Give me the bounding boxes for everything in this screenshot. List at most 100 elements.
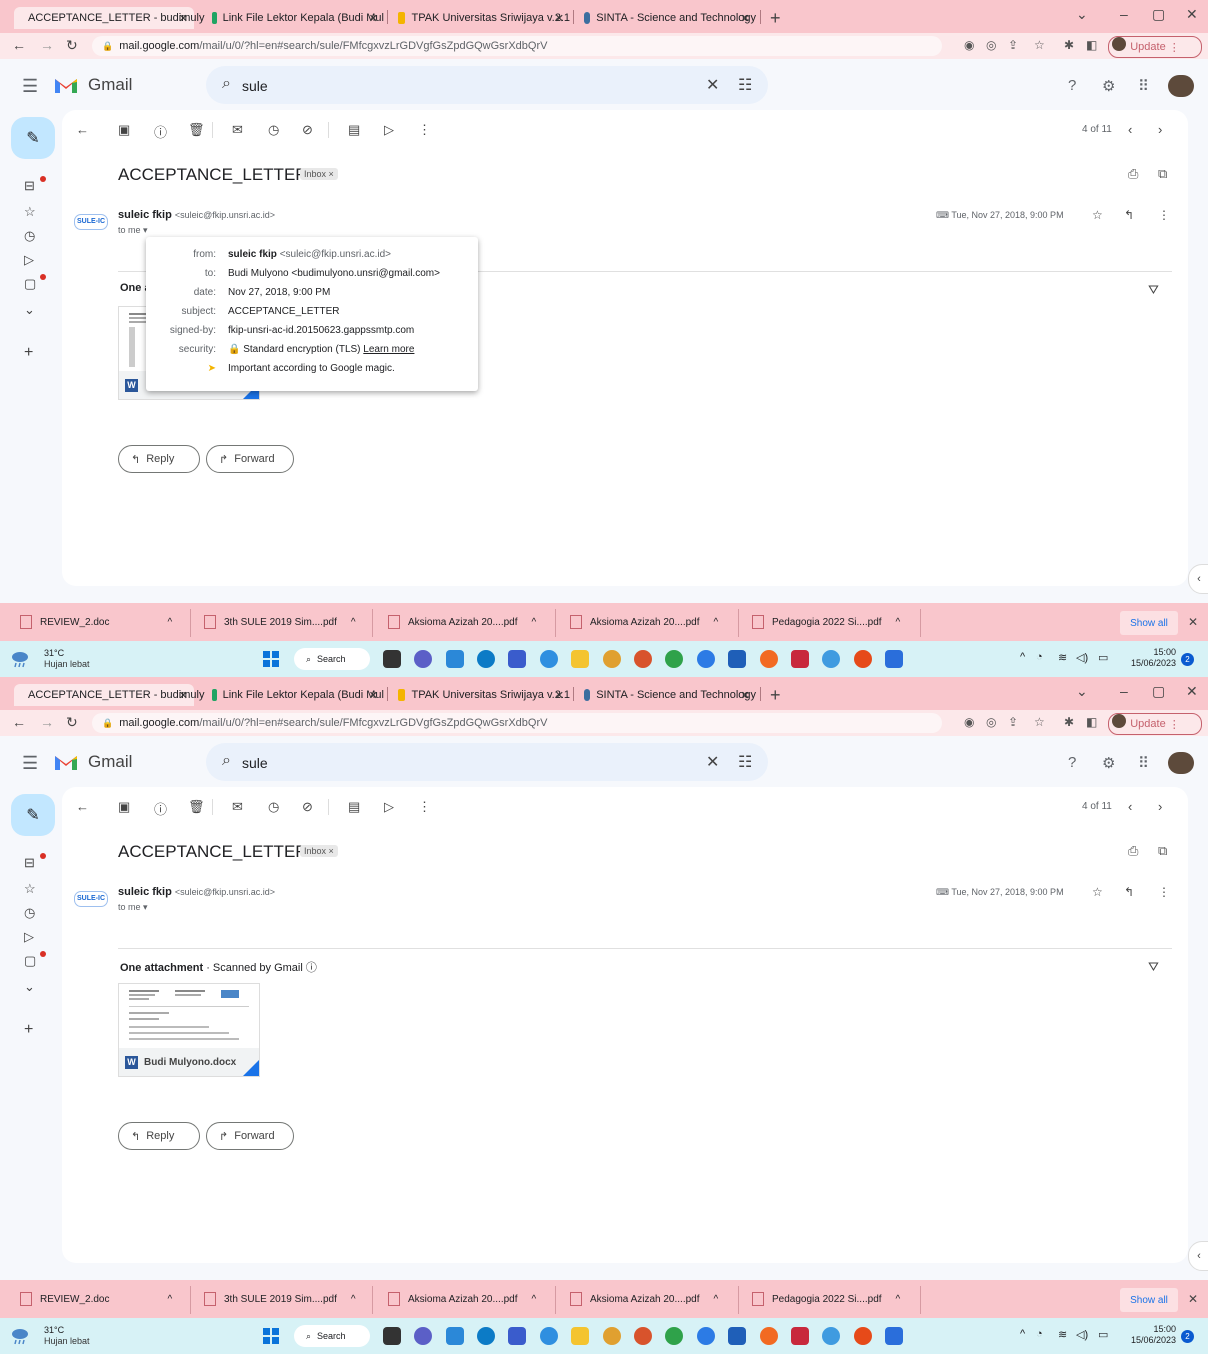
mark-unread-icon[interactable]: ✉ (232, 799, 243, 815)
main-menu-icon[interactable]: ☰ (22, 76, 38, 97)
search-input[interactable]: sule (242, 78, 268, 94)
download-item[interactable]: Pedagogia 2022 Si....pdf ^ (752, 1292, 900, 1306)
apps-grid-icon[interactable]: ⠿ (1138, 77, 1149, 95)
help-icon[interactable]: ? (1068, 77, 1076, 94)
open-new-window-icon[interactable]: ⧉ (1158, 843, 1167, 859)
starred-icon[interactable]: ☆ (24, 881, 36, 897)
firefox-icon[interactable] (760, 650, 778, 668)
battery-icon[interactable]: ▭ (1098, 1328, 1108, 1341)
show-all-button[interactable]: Show all (1120, 1288, 1178, 1312)
close-tab-icon[interactable]: ✕ (369, 689, 378, 702)
lens-icon[interactable]: ◎ (986, 715, 996, 729)
tray-chevron-icon[interactable]: ^ (1020, 1328, 1025, 1340)
close-tab-icon[interactable]: ✕ (179, 689, 188, 702)
teams-icon[interactable] (414, 1327, 432, 1345)
teams-icon[interactable] (414, 650, 432, 668)
archive-icon[interactable]: ▣ (118, 799, 130, 815)
battery-icon[interactable]: ▭ (1098, 651, 1108, 664)
download-item[interactable]: REVIEW_2.doc ^ (20, 615, 172, 629)
download-item[interactable]: REVIEW_2.doc ^ (20, 1292, 172, 1306)
omnibox[interactable]: 🔒 mail.google.com/mail/u/0/?hl=en#search… (92, 36, 942, 56)
files-icon[interactable] (446, 650, 464, 668)
file-explorer-icon[interactable] (571, 1327, 589, 1345)
snooze-icon[interactable]: ◷ (268, 799, 279, 815)
older-chevron-icon[interactable]: › (1158, 799, 1162, 814)
chevron-up-icon[interactable]: ^ (351, 617, 356, 628)
restore-button[interactable]: ▢ (1152, 683, 1165, 700)
app-icon[interactable] (540, 650, 558, 668)
chevron-up-icon[interactable]: ^ (714, 1294, 719, 1305)
close-tab-icon[interactable]: ✕ (369, 12, 378, 25)
back-arrow-icon[interactable]: ← (12, 37, 26, 53)
newer-chevron-icon[interactable]: ‹ (1128, 122, 1132, 137)
extensions-icon[interactable]: ✱ (1064, 715, 1074, 729)
wifi-icon[interactable]: ≋ (1058, 651, 1067, 664)
search-input[interactable]: sule (242, 755, 268, 771)
search-bar[interactable]: ⌕ sule ✕ ☷ (206, 66, 768, 104)
sent-icon[interactable]: ▷ (24, 929, 34, 945)
inbox-label-chip[interactable]: Inbox × (300, 845, 338, 857)
volume-icon[interactable]: ◁) (1076, 651, 1088, 664)
clear-search-icon[interactable]: ✕ (706, 75, 719, 95)
back-to-search-icon[interactable]: ← (76, 799, 89, 814)
print-icon[interactable]: ⎙ (1128, 843, 1138, 859)
search-icon[interactable]: ⌕ (222, 75, 231, 93)
newer-chevron-icon[interactable]: ‹ (1128, 799, 1132, 814)
reload-icon[interactable]: ↻ (66, 714, 78, 731)
taskbar-search[interactable]: ⌕ Search (294, 648, 370, 670)
add-task-icon[interactable]: ⊘ (302, 799, 313, 815)
download-item[interactable]: Aksioma Azizah 20....pdf ^ (570, 1292, 718, 1306)
account-avatar[interactable] (1168, 75, 1194, 97)
pocket-icon[interactable] (791, 650, 809, 668)
reply-button[interactable]: ↰ Reply (118, 445, 200, 473)
chevron-up-icon[interactable]: ^ (896, 617, 901, 628)
app-icon[interactable] (822, 650, 840, 668)
settings-gear-icon[interactable]: ⚙ (1102, 77, 1115, 95)
account-avatar[interactable] (1168, 752, 1194, 774)
app-icon[interactable] (508, 1327, 526, 1345)
photos-icon[interactable] (885, 1327, 903, 1345)
forward-arrow-icon[interactable]: → (40, 714, 54, 730)
snooze-icon[interactable]: ◷ (268, 122, 279, 138)
forward-arrow-icon[interactable]: → (40, 37, 54, 53)
star-icon[interactable]: ☆ (1092, 208, 1103, 222)
message-more-icon[interactable]: ⋮ (1158, 885, 1170, 899)
back-to-search-icon[interactable]: ← (76, 122, 89, 137)
chrome-icon[interactable] (665, 650, 683, 668)
tab-acceptance-letter[interactable]: ACCEPTANCE_LETTER - budimuly ✕ (14, 7, 204, 29)
compose-button[interactable]: ✎ (11, 117, 55, 159)
learn-more-link[interactable]: Learn more (363, 344, 414, 355)
reload-icon[interactable]: ↻ (66, 37, 78, 54)
close-tab-icon[interactable]: ✕ (741, 12, 750, 25)
reply-button[interactable]: ↰ Reply (118, 1122, 200, 1150)
edge-icon[interactable] (477, 650, 495, 668)
task-view-icon[interactable] (383, 1327, 401, 1345)
chevron-up-icon[interactable]: ^ (714, 617, 719, 628)
download-item[interactable]: Aksioma Azizah 20....pdf ^ (388, 1292, 536, 1306)
back-arrow-icon[interactable]: ← (12, 714, 26, 730)
forward-button[interactable]: ↱ Forward (206, 445, 294, 473)
chevron-up-icon[interactable]: ^ (167, 617, 172, 628)
add-label-icon[interactable]: + (24, 1021, 33, 1039)
tab-link-file[interactable]: Link File Lektor Kepala (Budi Mul ✕ (204, 684, 384, 706)
download-item[interactable]: Aksioma Azizah 20....pdf ^ (388, 615, 536, 629)
sent-icon[interactable]: ▷ (24, 252, 34, 268)
minimize-button[interactable]: – (1120, 683, 1128, 699)
chevron-up-icon[interactable]: ^ (351, 1294, 356, 1305)
older-chevron-icon[interactable]: › (1158, 122, 1162, 137)
update-button[interactable]: Update ⋮ (1108, 713, 1202, 735)
tab-acceptance-letter[interactable]: ACCEPTANCE_LETTER - budimuly ✕ (14, 684, 204, 706)
share-icon[interactable]: ⇪ (1008, 715, 1018, 729)
word-icon[interactable] (728, 1327, 746, 1345)
archive-icon[interactable]: ▣ (118, 122, 130, 138)
add-to-drive-icon[interactable]: ⛛ (1148, 959, 1159, 975)
search-bar[interactable]: ⌕ sule ✕ ☷ (206, 743, 768, 781)
move-to-icon[interactable]: ▤ (348, 122, 360, 138)
download-item[interactable]: Aksioma Azizah 20....pdf ^ (570, 615, 718, 629)
reply-icon[interactable]: ↰ (1124, 885, 1134, 899)
eye-icon[interactable]: ◉ (964, 715, 974, 729)
search-options-icon[interactable]: ☷ (738, 75, 752, 95)
close-tab-icon[interactable]: ✕ (555, 689, 564, 702)
inbox-label-chip[interactable]: Inbox × (300, 168, 338, 180)
new-tab-button[interactable]: + (770, 685, 781, 706)
